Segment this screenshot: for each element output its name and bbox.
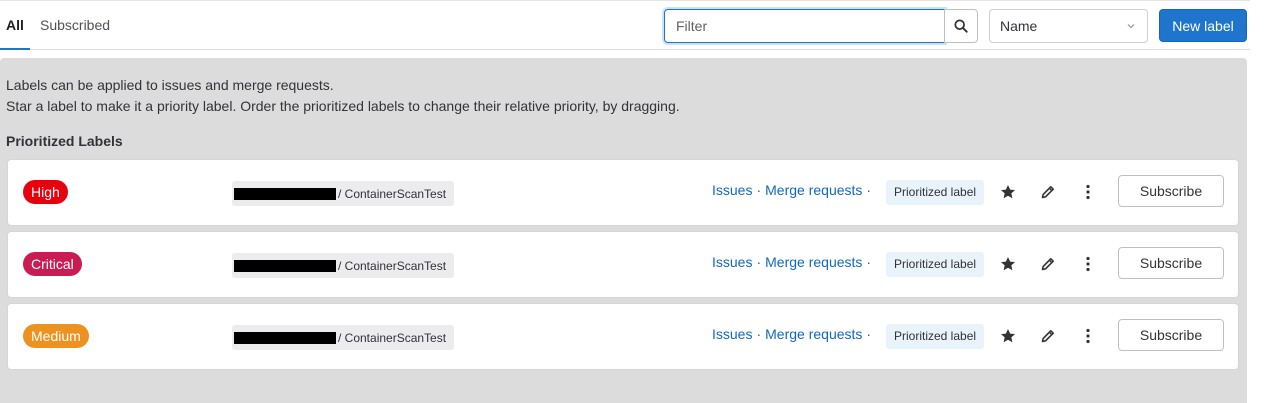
edit-button[interactable] — [1036, 252, 1060, 276]
project-name: / ContainerScanTest — [338, 330, 447, 345]
search-icon — [954, 19, 968, 33]
merge-requests-link[interactable]: Merge requests — [765, 182, 862, 198]
label-pill[interactable]: High — [23, 180, 68, 204]
star-button[interactable] — [996, 180, 1020, 204]
more-actions-button[interactable] — [1076, 252, 1100, 276]
more-actions-button[interactable] — [1076, 180, 1100, 204]
label-links: Issues · Merge requests · — [712, 254, 875, 270]
help-text-line-1: Labels can be applied to issues and merg… — [6, 77, 334, 93]
chevron-down-icon — [1127, 24, 1135, 29]
issues-link[interactable]: Issues — [712, 182, 752, 198]
redacted-namespace — [234, 187, 336, 200]
merge-requests-link[interactable]: Merge requests — [765, 254, 862, 270]
separator-dot: · — [866, 182, 872, 198]
tab-subscribed-label: Subscribed — [40, 17, 111, 33]
subscribe-button[interactable]: Subscribe — [1118, 175, 1224, 207]
label-project-path: / ContainerScanTest — [232, 181, 455, 206]
pencil-icon — [1041, 186, 1054, 199]
label-pill[interactable]: Medium — [23, 324, 89, 348]
sort-dropdown[interactable]: Name — [989, 9, 1148, 43]
more-vertical-icon — [1086, 256, 1090, 272]
redacted-namespace — [234, 259, 336, 272]
issues-link[interactable]: Issues — [712, 326, 752, 342]
pencil-icon — [1041, 330, 1054, 343]
labels-panel: Labels can be applied to issues and merg… — [0, 58, 1247, 403]
label-row: High / ContainerScanTest Issues · Merge re… — [7, 159, 1239, 226]
star-button[interactable] — [996, 252, 1020, 276]
star-icon — [1001, 185, 1015, 199]
separator-dot: · — [866, 326, 872, 342]
issues-link[interactable]: Issues — [712, 254, 752, 270]
label-links: Issues · Merge requests · — [712, 326, 875, 342]
separator-dot: · — [756, 254, 762, 270]
prioritized-badge: Prioritized label — [886, 180, 985, 205]
prioritized-badge: Prioritized label — [886, 252, 985, 277]
project-name: / ContainerScanTest — [338, 186, 447, 201]
tab-all[interactable]: All — [0, 2, 30, 50]
more-actions-button[interactable] — [1076, 324, 1100, 348]
sort-selected-value: Name — [1000, 18, 1038, 34]
star-icon — [1001, 257, 1015, 271]
label-project-path: / ContainerScanTest — [232, 325, 455, 350]
separator-dot: · — [756, 182, 762, 198]
label-links: Issues · Merge requests · — [712, 182, 875, 198]
pencil-icon — [1041, 258, 1054, 271]
star-icon — [1001, 329, 1015, 343]
label-row: Critical / ContainerScanTest Issues · Merg… — [7, 231, 1239, 298]
top-border — [0, 0, 1250, 1]
subscribe-button[interactable]: Subscribe — [1118, 319, 1224, 351]
edit-button[interactable] — [1036, 324, 1060, 348]
tab-all-label: All — [6, 17, 24, 33]
separator-dot: · — [866, 254, 872, 270]
prioritized-badge: Prioritized label — [886, 324, 985, 349]
search-button[interactable] — [944, 9, 978, 43]
more-vertical-icon — [1086, 328, 1090, 344]
label-row: Medium / ContainerScanTest Issues · Merge … — [7, 303, 1239, 370]
edit-button[interactable] — [1036, 180, 1060, 204]
active-tab-indicator — [0, 48, 30, 50]
filter-input[interactable] — [664, 9, 945, 43]
more-vertical-icon — [1086, 184, 1090, 200]
project-name: / ContainerScanTest — [338, 258, 447, 273]
merge-requests-link[interactable]: Merge requests — [765, 326, 862, 342]
star-button[interactable] — [996, 324, 1020, 348]
tab-subscribed[interactable]: Subscribed — [40, 2, 110, 48]
label-project-path: / ContainerScanTest — [232, 253, 455, 278]
help-text-line-2: Star a label to make it a priority label… — [6, 98, 680, 114]
separator-dot: · — [756, 326, 762, 342]
section-title: Prioritized Labels — [6, 133, 123, 149]
label-pill[interactable]: Critical — [23, 252, 82, 276]
new-label-button[interactable]: New label — [1159, 9, 1247, 42]
redacted-namespace — [234, 331, 336, 344]
subscribe-button[interactable]: Subscribe — [1118, 247, 1224, 279]
